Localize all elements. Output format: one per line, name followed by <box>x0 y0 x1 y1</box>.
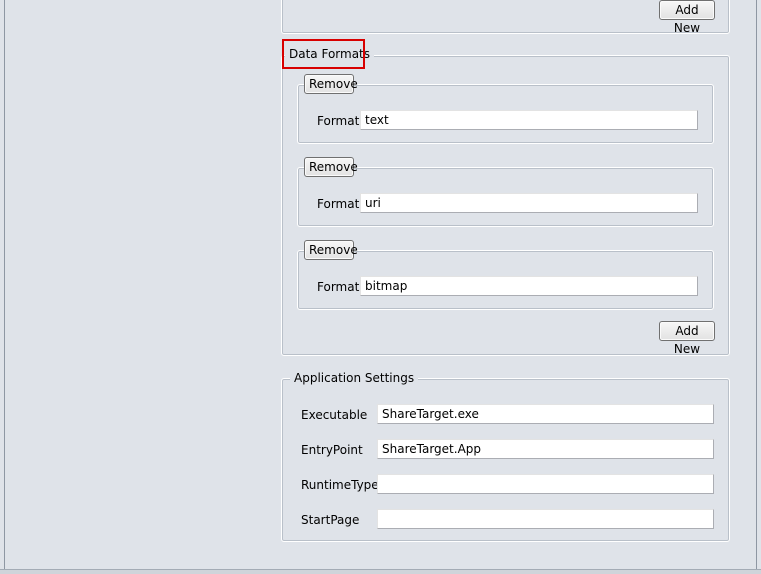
executable-label: Executable <box>301 408 368 422</box>
remove-format-button[interactable]: Remove <box>304 240 358 260</box>
executable-input[interactable] <box>377 404 714 424</box>
startpage-input[interactable] <box>377 509 714 529</box>
format-input[interactable] <box>360 276 698 296</box>
data-formats-add-new-button[interactable]: Add New <box>659 321 715 356</box>
data-formats-legend: Data Formats <box>285 46 375 62</box>
format-label: Format <box>317 114 360 128</box>
format-input[interactable] <box>360 193 698 213</box>
runtimetype-input[interactable] <box>377 474 714 494</box>
format-label: Format <box>317 197 360 211</box>
remove-format-button[interactable]: Remove <box>304 74 358 94</box>
application-settings-legend: Application Settings <box>290 370 419 386</box>
format-input[interactable] <box>360 110 698 130</box>
runtimetype-label: RuntimeType <box>301 478 379 492</box>
format-label: Format <box>317 280 360 294</box>
entrypoint-input[interactable] <box>377 439 714 459</box>
entrypoint-label: EntryPoint <box>301 443 363 457</box>
top-add-new-button[interactable]: Add New <box>659 0 715 35</box>
bottom-border <box>0 569 761 574</box>
remove-format-button[interactable]: Remove <box>304 157 358 177</box>
startpage-label: StartPage <box>301 513 360 527</box>
